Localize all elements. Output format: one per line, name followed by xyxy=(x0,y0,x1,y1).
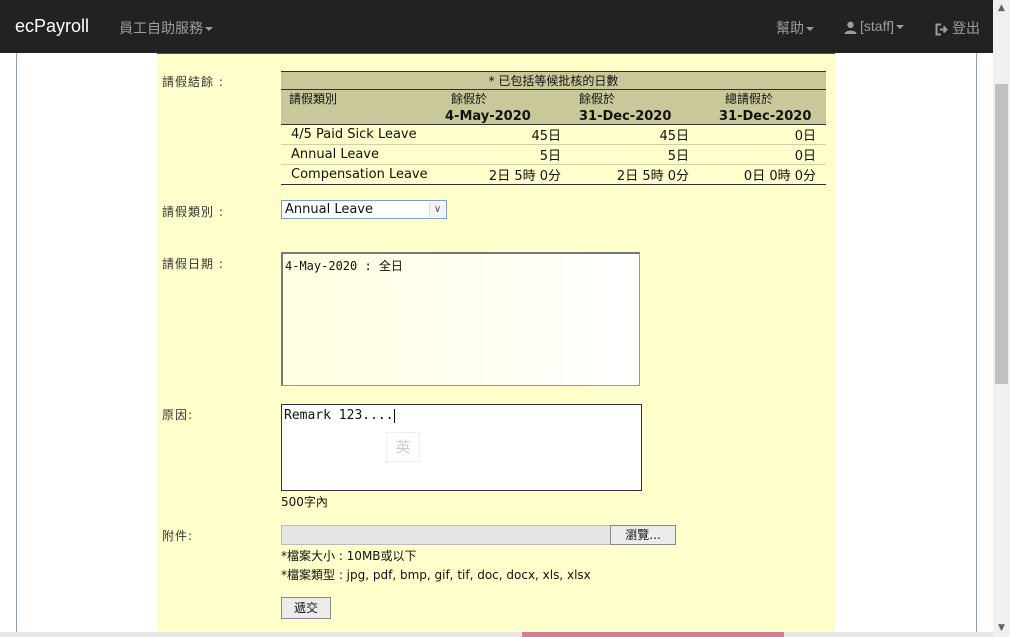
logout-icon xyxy=(935,23,948,36)
total-cell: 0日 xyxy=(699,144,826,165)
leave-date-list[interactable]: 4-May-2020 : 全日 xyxy=(281,252,640,386)
page-border-right xyxy=(976,53,977,637)
col-header-type-date xyxy=(281,108,443,125)
page-border-left xyxy=(16,53,17,637)
reason-hint: 500字內 xyxy=(281,495,328,509)
submit-button[interactable]: 遞交 xyxy=(281,597,331,619)
scroll-up-icon[interactable]: ▲ xyxy=(993,0,1010,17)
total-cell: 0日 xyxy=(699,124,826,145)
file-type-note: *檔案類型 : jpg, pdf, bmp, gif, tif, doc, do… xyxy=(281,568,591,582)
self-service-menu[interactable]: 員工自助服務 xyxy=(119,18,213,38)
leave-balance-table: * 已包括等候批核的日數 請假類別 餘假於 餘假於 總請假於 4-May-202… xyxy=(281,71,826,185)
logout-label: 登出 xyxy=(952,20,980,36)
file-path-input[interactable] xyxy=(281,525,611,545)
col-header-total: 總請假於 xyxy=(699,89,826,108)
col-header-balance-2: 餘假於 xyxy=(571,89,699,108)
balance-cell: 5日 xyxy=(443,144,571,165)
help-label: 幫助 xyxy=(776,20,804,36)
user-label: [staff] xyxy=(860,18,894,34)
chevron-down-icon xyxy=(895,25,904,30)
table-row: Compensation Leave 2日 5時 0分 2日 5時 0分 0日 … xyxy=(281,164,826,185)
file-size-note: *檔案大小 : 10MB或以下 xyxy=(281,549,417,563)
leave-type-label: 請假類別 : xyxy=(162,205,224,219)
divider xyxy=(157,53,835,54)
reason-text: Remark 123.... xyxy=(284,408,394,423)
top-navbar: ecPayroll 員工自助服務 幫助 [staff] 登出 xyxy=(0,0,993,53)
summary-note: * 已包括等候批核的日數 xyxy=(281,71,826,90)
ime-indicator: 英 xyxy=(386,432,420,462)
balance-cell: 45日 xyxy=(443,124,571,145)
summary-label: 請假結餘 : xyxy=(162,75,224,89)
reason-label: 原因: xyxy=(162,408,194,422)
leave-date-label: 請假日期 : xyxy=(162,257,224,271)
balance-cell: 5日 xyxy=(571,144,699,165)
col-header-date2: 31-Dec-2020 xyxy=(571,108,699,125)
chevron-down-icon xyxy=(806,27,814,32)
bottom-highlight xyxy=(522,632,784,637)
col-header-type: 請假類別 xyxy=(281,89,443,108)
text-cursor xyxy=(393,408,395,423)
leave-application-form: 請假結餘 : * 已包括等候批核的日數 請假類別 餘假於 餘假於 總請假於 4-… xyxy=(157,53,835,637)
leave-type-cell: Annual Leave xyxy=(281,144,443,165)
balance-cell: 45日 xyxy=(571,124,699,145)
leave-type-select[interactable]: Annual Leave ∨ xyxy=(281,200,447,219)
chevron-down-icon[interactable]: ∨ xyxy=(429,202,445,217)
leave-type-cell: Compensation Leave xyxy=(281,164,443,185)
logout-link[interactable]: 登出 xyxy=(935,18,980,38)
user-icon xyxy=(844,21,857,34)
col-header-date1: 4-May-2020 xyxy=(443,108,571,125)
reason-textarea[interactable]: Remark 123.... 英 xyxy=(281,404,642,491)
attachment-label: 附件: xyxy=(162,529,194,543)
chevron-down-icon xyxy=(205,27,213,32)
table-row: 4/5 Paid Sick Leave 45日 45日 0日 xyxy=(281,124,826,145)
leave-date-item[interactable]: 4-May-2020 : 全日 xyxy=(285,259,403,273)
bottom-strip xyxy=(0,632,993,637)
leave-type-value: Annual Leave xyxy=(285,202,373,217)
scroll-down-icon[interactable]: ▼ xyxy=(993,620,1010,637)
user-menu[interactable]: [staff] xyxy=(844,18,904,34)
brand-logo[interactable]: ecPayroll xyxy=(15,16,89,37)
browse-button[interactable]: 瀏覽... xyxy=(610,525,676,545)
total-cell: 0日 0時 0分 xyxy=(699,164,826,185)
scrollbar-thumb[interactable] xyxy=(995,84,1008,384)
balance-cell: 2日 5時 0分 xyxy=(443,164,571,185)
col-header-balance: 餘假於 xyxy=(443,89,571,108)
balance-cell: 2日 5時 0分 xyxy=(571,164,699,185)
table-row: Annual Leave 5日 5日 0日 xyxy=(281,144,826,165)
col-header-date3: 31-Dec-2020 xyxy=(699,108,826,125)
leave-type-cell: 4/5 Paid Sick Leave xyxy=(281,124,443,145)
vertical-scrollbar[interactable]: ▲ ▼ xyxy=(993,0,1010,637)
help-menu[interactable]: 幫助 xyxy=(776,18,814,38)
self-service-label: 員工自助服務 xyxy=(119,20,203,36)
